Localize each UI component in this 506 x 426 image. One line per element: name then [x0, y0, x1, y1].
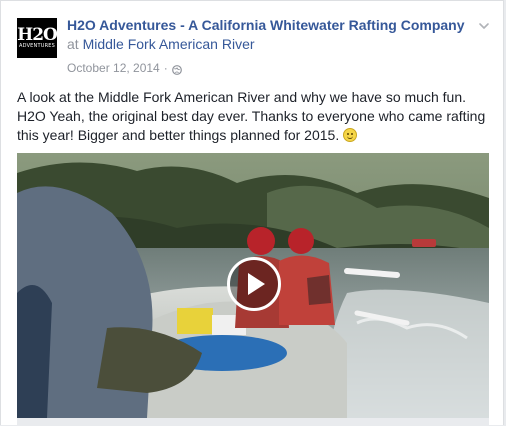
avatar-logo-subtext: ADVENTURES [18, 43, 56, 49]
smile-emoji-icon [343, 128, 358, 142]
post-header: H2O Adventures - A California Whitewater… [67, 16, 467, 54]
globe-icon [171, 64, 182, 75]
page-name-link[interactable]: H2O Adventures - A California Whitewater… [67, 17, 465, 33]
play-icon [248, 273, 265, 295]
post-message: A look at the Middle Fork American River… [17, 88, 493, 145]
avatar-logo-text: H2O [17, 25, 58, 45]
at-separator: at [67, 36, 79, 52]
post-message-text: A look at the Middle Fork American River… [17, 89, 486, 143]
chevron-down-icon[interactable] [477, 19, 491, 33]
post-date-link[interactable]: October 12, 2014 [67, 61, 160, 75]
post-meta: October 12, 2014 · [67, 61, 182, 75]
feed-post: H2O ADVENTURES H2O Adventures - A Califo… [0, 0, 504, 426]
location-link[interactable]: Middle Fork American River [83, 36, 255, 52]
page-avatar[interactable]: H2O ADVENTURES [17, 18, 58, 58]
video-player[interactable] [17, 153, 489, 418]
meta-separator: · [163, 61, 168, 75]
play-button[interactable] [227, 257, 281, 311]
